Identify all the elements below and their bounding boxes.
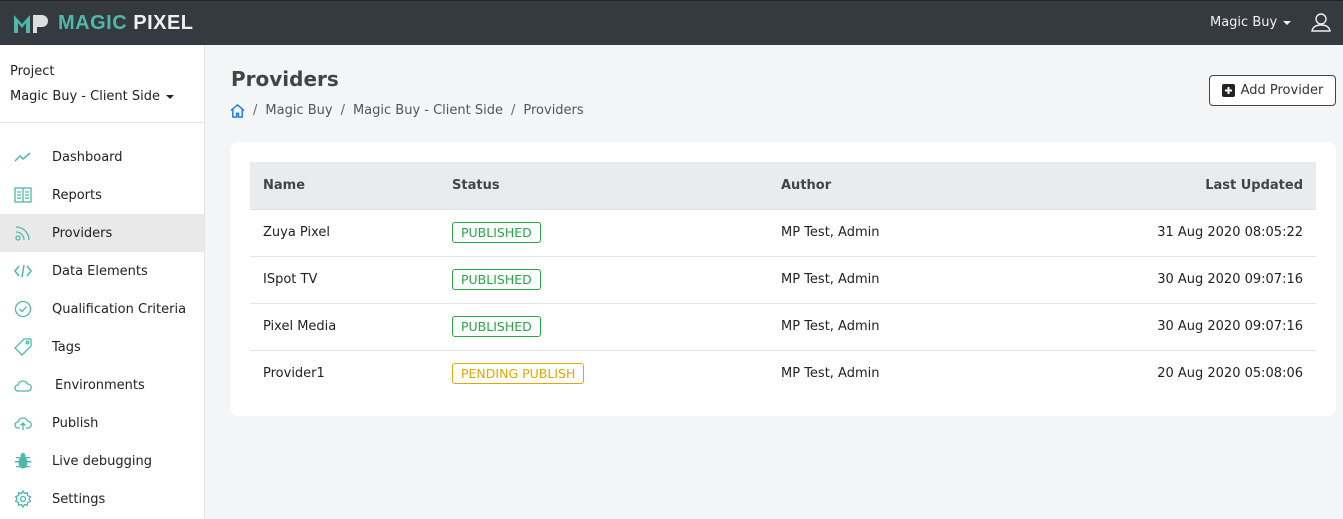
last-updated: 31 Aug 2020 08:05:22 [983,209,1316,257]
table-row[interactable]: ISpot TV PUBLISHED MP Test, Admin 30 Aug 20… [250,256,1316,304]
column-header-last-updated[interactable]: Last Updated [983,162,1316,210]
author: MP Test, Admin [768,209,984,257]
sidebar-item-environments[interactable]: Environments [0,366,204,404]
column-header-status[interactable]: Status [439,162,768,210]
project-select[interactable]: Magic Buy - Client Side [10,89,175,104]
caret-down-icon [1283,20,1292,25]
sidebar-item-qualification-criteria[interactable]: Qualification Criteria [0,290,204,328]
status-cell: PUBLISHED [439,256,768,304]
breadcrumb-separator: / [253,103,258,118]
divider [0,122,204,123]
provider-name[interactable]: ISpot TV [250,256,439,304]
sidebar-item-reports[interactable]: Reports [0,176,204,214]
logo-icon [14,14,48,33]
status-badge: PENDING PUBLISH [452,363,585,385]
provider-name[interactable]: Pixel Media [250,303,439,351]
caret-down-icon [166,94,175,99]
status-cell: PENDING PUBLISH [439,350,768,397]
sidebar-item-settings[interactable]: Settings [0,480,204,518]
sidebar-item-tags[interactable]: Tags [0,328,204,366]
account-name: Magic Buy [1210,15,1278,30]
plus-square-icon [1221,84,1235,97]
sidebar-item-providers[interactable]: Providers [0,214,204,252]
bug-icon [15,453,31,469]
status-badge: PUBLISHED [452,316,541,337]
provider-name[interactable]: Zuya Pixel [250,209,439,257]
table-row[interactable]: Provider1 PENDING PUBLISH MP Test, Admin 20… [250,350,1316,397]
last-updated: 30 Aug 2020 09:07:16 [983,256,1316,304]
status-badge: PUBLISHED [452,269,541,290]
cloud-upload-icon [14,417,32,430]
breadcrumb-current: Providers [523,103,584,118]
providers-card: Name Status Author Last Updated Zuya Pix… [230,142,1336,416]
breadcrumb: / Magic Buy / Magic Buy - Client Side / … [230,103,584,118]
sidebar-item-data-elements[interactable]: Data Elements [0,252,204,290]
code-icon [14,264,32,278]
column-header-name[interactable]: Name [250,162,439,210]
home-icon[interactable] [230,103,245,118]
status-cell: PUBLISHED [439,209,768,257]
cloud-icon [14,380,32,392]
top-bar: MAGIC PIXEL Magic Buy [0,0,1343,45]
tag-icon [14,338,32,356]
column-header-author[interactable]: Author [768,162,984,210]
last-updated: 20 Aug 2020 05:08:06 [1157,366,1303,382]
check-circle-icon [14,300,32,318]
logo[interactable]: MAGIC PIXEL [14,12,194,35]
user-icon[interactable] [1311,12,1331,32]
breadcrumb-separator: / [510,103,516,118]
page-title: Providers [231,67,339,91]
status-cell: PUBLISHED [439,303,768,351]
sidebar-item-dashboard[interactable]: Dashboard [0,138,204,176]
table-row[interactable]: Zuya Pixel PUBLISHED MP Test, Admin 31 Aug … [250,209,1316,257]
logo-text: MAGIC PIXEL [58,12,194,34]
breadcrumb-magic-buy[interactable]: Magic Buy [265,103,332,118]
add-provider-button[interactable]: Add Provider [1209,75,1336,106]
rss-icon [15,226,30,241]
author: MP Test, Admin [768,256,984,304]
status-badge: PUBLISHED [452,222,541,243]
table-row[interactable]: Pixel Media PUBLISHED MP Test, Admin 30 Aug… [250,303,1316,351]
gear-icon [14,490,32,508]
breadcrumb-client-side[interactable]: Magic Buy - Client Side [353,103,503,118]
project-label: Project [10,64,55,79]
provider-name[interactable]: Provider1 [250,350,439,397]
providers-table: Name Status Author Last Updated Zuya Pix… [250,162,1316,397]
sidebar: Project Magic Buy - Client Side Dashboar… [0,45,205,519]
last-updated: 30 Aug 2020 09:07:16 [983,303,1316,351]
breadcrumb-separator: / [340,103,345,118]
sidebar-item-live-debugging[interactable]: Live debugging [0,442,204,480]
sidebar-item-publish[interactable]: Publish [0,404,204,442]
chart-line-icon [14,152,31,162]
sidebar-nav: Dashboard Reports Providers Data Element… [0,138,204,518]
account-dropdown[interactable]: Magic Buy [1210,15,1292,30]
author: MP Test, Admin [781,366,880,382]
book-icon [14,187,32,203]
author: MP Test, Admin [768,303,984,351]
